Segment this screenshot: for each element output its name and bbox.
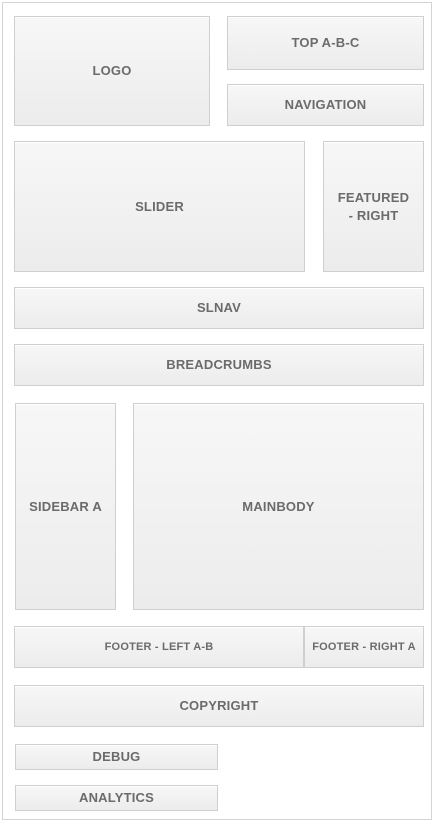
mainbody-block: MAINBODY <box>133 403 424 610</box>
breadcrumbs-block: BREADCRUMBS <box>14 344 424 386</box>
top-block: TOP A-B-C <box>227 16 424 70</box>
footer-left-block: FOOTER - LEFT A-B <box>14 626 304 668</box>
logo-block: LOGO <box>14 16 210 126</box>
analytics-block: ANALYTICS <box>15 785 218 811</box>
sidebar-a-block: SIDEBAR A <box>15 403 116 610</box>
navigation-block: NAVIGATION <box>227 84 424 126</box>
footer-right-block: FOOTER - RIGHT A <box>304 626 424 668</box>
slnav-block: SLNAV <box>14 287 424 329</box>
featured-right-block: FEATURED - RIGHT <box>323 141 424 272</box>
copyright-block: COPYRIGHT <box>14 685 424 727</box>
debug-block: DEBUG <box>15 744 218 770</box>
slider-block: SLIDER <box>14 141 305 272</box>
